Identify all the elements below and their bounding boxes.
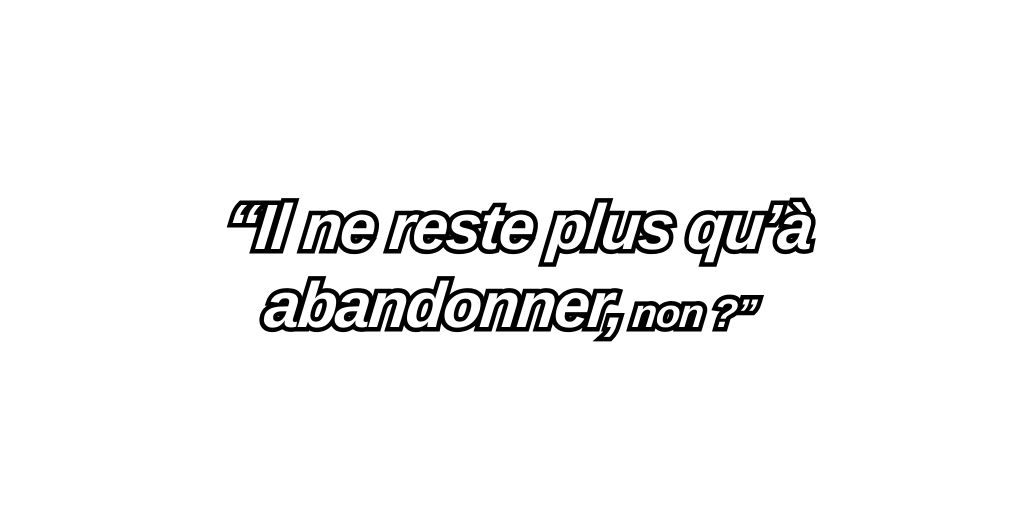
caption-line-2-tail: non ?” [620, 288, 762, 341]
quote-caption: “Il ne reste plus qu’à abandonner, non ?… [0, 187, 1024, 362]
caption-canvas: “Il ne reste plus qu’à abandonner, non ?… [0, 0, 1024, 512]
caption-line-2: abandonner, non ?” [0, 265, 1024, 362]
caption-line-1: “Il ne reste plus qu’à [218, 187, 820, 268]
caption-line-2-main: abandonner, [257, 265, 632, 346]
